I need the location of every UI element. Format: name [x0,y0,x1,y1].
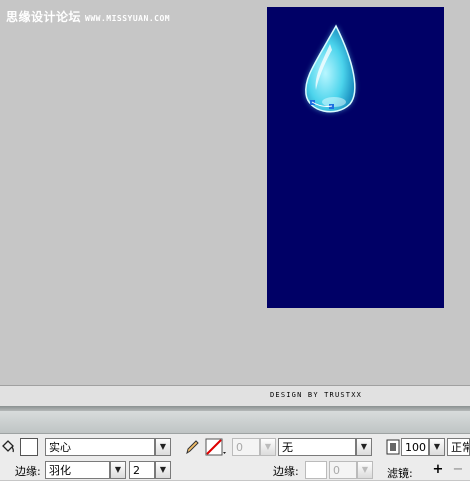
edge-select[interactable]: 羽化 [45,461,110,479]
add-filter-icon[interactable]: + [432,461,444,479]
fill-style-select[interactable]: 实心 [45,438,155,456]
pencil-icon[interactable] [184,438,200,456]
watermark-site: WWW.MISSYUAN.COM [85,14,171,23]
water-drop-graphic[interactable] [296,22,368,122]
paint-bucket-icon[interactable] [0,438,16,456]
no-stroke-icon[interactable] [205,438,227,456]
watermark-brand: 思缘设计论坛 [6,10,82,24]
stroke-edge-label: 边缘: [273,465,299,478]
opacity-field[interactable]: 100 [401,438,429,456]
effect-icon[interactable] [386,438,400,456]
credit-bar: DESIGN BY TRUSTXX [0,385,470,406]
panel-title-bar [0,411,470,434]
stroke-width-field[interactable]: 0 [232,438,260,456]
edge-label: 边缘: [15,465,41,478]
watermark: 思缘设计论坛 WWW.MISSYUAN.COM [6,8,170,25]
credit-text: DESIGN BY TRUSTXX [270,391,363,399]
filters-label: 滤镜: [387,467,413,480]
properties-panel: 实心 ▼ 0 ▼ 无 ▼ 100 ▼ 正常 边缘: 羽化 ▼ 2 ▼ 边缘: 0… [0,434,470,480]
stroke-style-select[interactable]: 无 [278,438,356,456]
feather-dropdown-arrow[interactable]: ▼ [155,461,171,479]
remove-filter-icon[interactable]: − [452,461,464,479]
fill-color-swatch[interactable] [20,438,38,456]
stroke-edge-amount-field[interactable]: 0 [329,461,357,479]
stroke-edge-swatch[interactable] [305,461,327,479]
stroke-style-dropdown-arrow[interactable]: ▼ [356,438,372,456]
opacity-dropdown-arrow[interactable]: ▼ [429,438,445,456]
edge-dropdown-arrow[interactable]: ▼ [110,461,126,479]
stroke-edge-dropdown-arrow[interactable]: ▼ [357,461,373,479]
fill-style-dropdown-arrow[interactable]: ▼ [155,438,171,456]
blend-mode-select[interactable]: 正常 [447,438,470,456]
stroke-width-dropdown-arrow[interactable]: ▼ [260,438,276,456]
feather-amount-field[interactable]: 2 [129,461,155,479]
